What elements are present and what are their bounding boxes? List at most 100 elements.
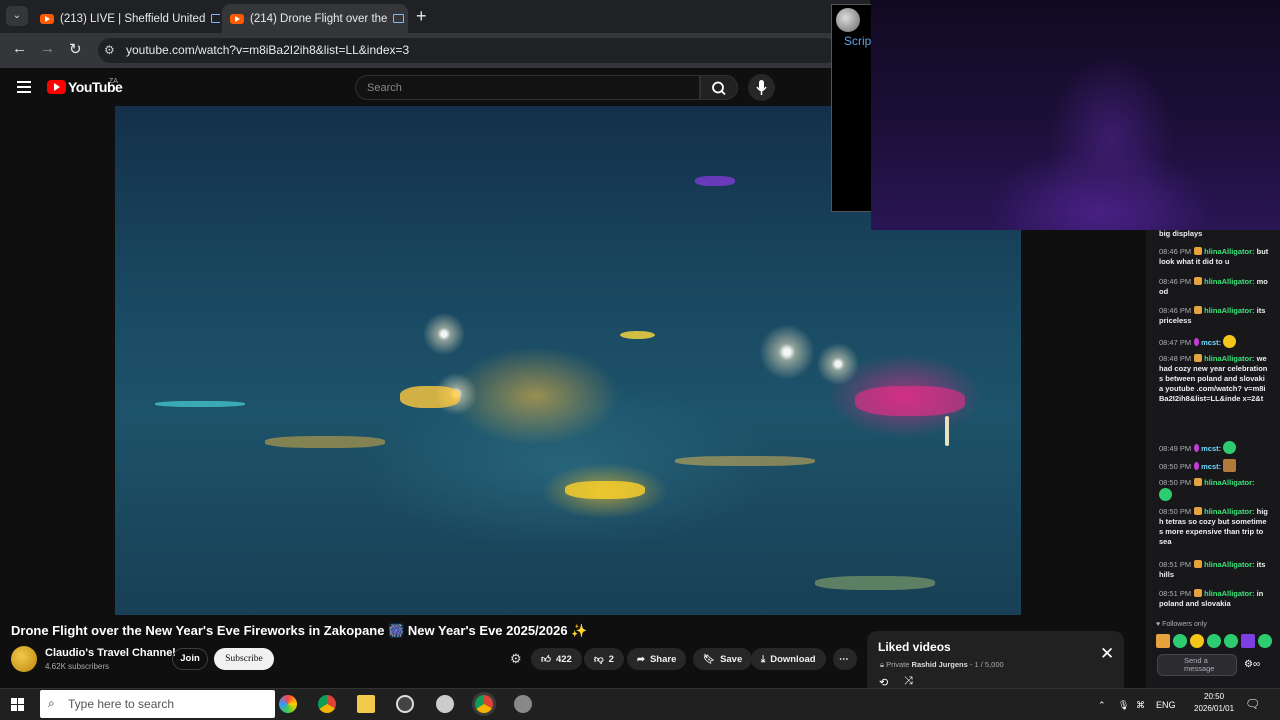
copilot-icon[interactable] [279,695,297,713]
chrome-active-icon[interactable] [475,695,493,713]
video-title: Drone Flight over the New Year's Eve Fir… [11,623,588,638]
emote-icon [1173,634,1187,648]
save-label: Save [720,653,743,665]
tray-chevron-icon[interactable]: ⌃ [1098,700,1106,711]
chat-settings-icon[interactable]: ⚙∞ [1244,659,1260,670]
clock-time: 20:50 [1204,692,1225,701]
search-button[interactable] [700,75,738,100]
close-playlist-button[interactable]: ✕ [1100,644,1114,664]
download-button[interactable]: ⤓ Download [751,648,826,670]
light-cluster [565,481,645,499]
bookmark-icon: 🔖︎ [703,653,716,665]
reload-button[interactable]: ↻ [69,40,82,58]
network-icon[interactable]: ⌘ [1136,700,1145,711]
subscriber-count: 4.62K subscribers [45,662,110,671]
language-indicator[interactable]: ENG [1156,700,1176,710]
obs-icon[interactable] [396,695,414,713]
chat-input[interactable]: Send a message [1157,654,1237,676]
forward-button[interactable]: → [40,40,55,57]
lock-icon: 🔒︎ [880,660,884,669]
emote-icon [1207,634,1221,648]
menu-icon[interactable] [17,81,31,96]
new-tab-button[interactable]: + [416,6,427,27]
playlist-owner[interactable]: Rashid Jurgens [912,660,968,669]
youtube-logo-icon[interactable] [47,80,66,94]
clock-date: 2026/01/01 [1194,704,1235,713]
app-icon[interactable] [514,695,532,713]
share-button[interactable]: ➦ Share [627,648,687,670]
microphone-icon [756,80,767,95]
tab-search-button[interactable]: ⌄ [6,6,28,26]
site-info-icon[interactable]: ⚙ [104,43,115,57]
chat-message: 08:46 PM hlinaAlligator: but look what it… [1159,247,1269,266]
search-placeholder: Search [367,82,402,94]
address-bar[interactable]: ⚙ youtube.com/watch?v=m8iBa2I2ih8&list=L… [98,38,838,63]
light-cluster [675,456,815,466]
emote-icon [1241,634,1255,648]
shuffle-icon[interactable]: ⤨ [904,675,913,688]
more-icon: ⋯ [839,653,849,665]
channel-avatar[interactable] [11,646,37,672]
tab-drone-flight[interactable]: (214) Drone Flight over the ✕ [222,4,408,33]
chat-message: 08:48 PM hlinaAlligator: we had cozy new … [1159,354,1268,403]
chat-message: 08:46 PM hlinaAlligator: its priceless [1159,306,1266,325]
chat-placeholder: Send a message [1184,656,1215,673]
search-icon [712,81,726,96]
app-icon[interactable] [436,695,454,713]
chat-message: 08:50 PM mcst: [1159,459,1269,472]
file-explorer-icon[interactable] [357,695,375,713]
emote-icon [1223,459,1237,472]
chrome-icon[interactable] [318,695,336,713]
search-icon: ⌕ [48,696,55,710]
emote-icon [1224,634,1238,648]
youtube-favicon-icon [40,13,54,24]
like-count: 422 [555,653,572,665]
download-label: Download [770,653,816,665]
subscribe-button[interactable]: Subscribe [214,648,274,670]
script-label[interactable]: Scrip [844,34,871,48]
chat-message: 08:50 PM hlinaAlligator: [1159,478,1269,501]
playlist-info: 🔒︎ Private Rashid Jurgens - 1 / 5,000 [880,660,1004,669]
tab-label: (214) Drone Flight over the [250,12,388,25]
firework [757,322,817,382]
notification-icon[interactable]: 🗨︎ [1245,697,1260,711]
webcam-overlay [871,0,1280,230]
script-icon[interactable] [836,8,860,32]
settings-icon[interactable]: ⚙ [510,651,522,667]
followers-only-notice: ♥ Followers only [1156,621,1207,628]
thumbs-up-icon: 👍︎ [541,654,551,665]
windows-start-icon[interactable] [11,698,24,711]
light-cluster [265,436,385,448]
tab-label: (213) LIVE | Sheffield United [60,12,206,25]
microphone-tray-icon[interactable]: 🎙︎ [1118,700,1129,711]
chat-message: 08:51 PM hlinaAlligator: in poland and sl… [1159,589,1264,608]
back-button[interactable]: ← [12,40,27,57]
search-input[interactable]: Search [355,75,700,100]
save-button[interactable]: 🔖︎ Save [693,648,753,670]
voice-search-button[interactable] [748,74,775,101]
taskbar-search[interactable]: ⌕ Type here to search [40,690,275,718]
channel-name[interactable]: Claudio's Travel Channel [45,647,175,659]
chat-message: 08:46 PM hlinaAlligator: mood [1159,277,1268,296]
more-actions-button[interactable]: ⋯ [833,648,857,670]
light-cluster [695,176,735,186]
chat-message: 08:47 PM mcst: [1159,335,1269,348]
like-button[interactable]: 👍︎ 422 [531,648,582,670]
join-button[interactable]: Join [172,648,208,670]
youtube-favicon-icon [230,13,244,24]
url-text: youtube.com/watch?v=m8iBa2I2ih8&list=LL&… [126,43,410,57]
taskbar-search-placeholder: Type here to search [68,697,175,711]
light-cluster [400,386,460,408]
tab-sheffield[interactable]: (213) LIVE | Sheffield United ✕ [32,4,220,33]
share-icon: ➦ [637,653,645,665]
light-cluster [155,401,245,407]
download-icon: ⤓ [761,653,766,665]
emote-icon [1159,488,1172,501]
playlist-title[interactable]: Liked videos [878,640,951,654]
cast-icon [211,14,220,23]
dislike-button[interactable]: 👎︎ 2 [584,648,624,670]
thumbs-down-icon: 👎︎ [594,654,604,665]
emote-bar[interactable] [1156,634,1272,648]
chat-message: 08:49 PM mcst: [1159,441,1269,454]
system-clock[interactable]: 20:50 2026/01/01 [1194,691,1234,715]
